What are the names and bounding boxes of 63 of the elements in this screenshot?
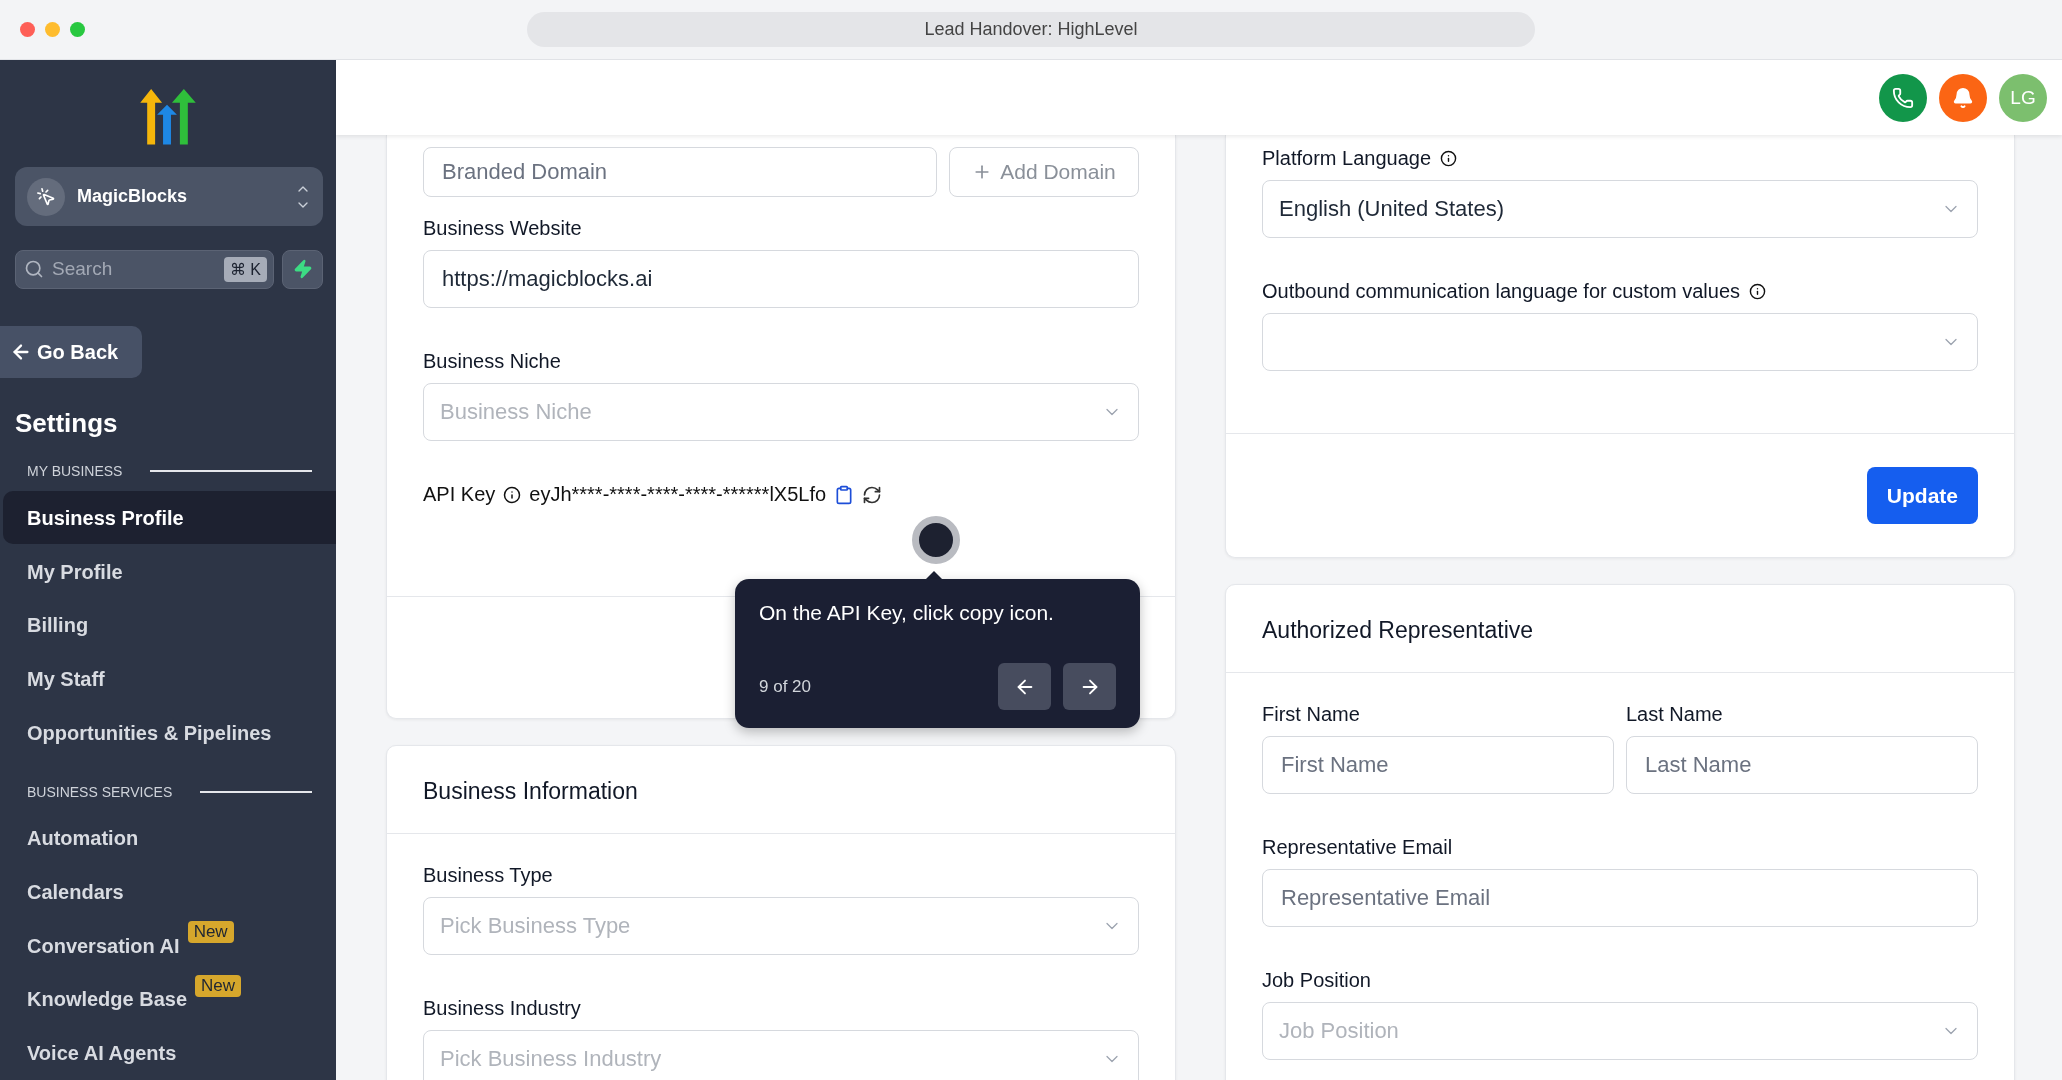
account-switcher[interactable]: MagicBlocks: [15, 167, 323, 226]
lightning-icon: [292, 259, 313, 280]
sidebar-item[interactable]: Conversation AI New: [3, 919, 336, 972]
select-placeholder: Business Niche: [440, 399, 592, 425]
next-button[interactable]: [1063, 663, 1116, 710]
field-label: Business Website: [423, 217, 582, 240]
lightning-button[interactable]: [282, 249, 323, 289]
text-input-field[interactable]: First Name: [1262, 736, 1614, 794]
select-field[interactable]: English (United States): [1262, 180, 1978, 238]
info-icon: [503, 485, 522, 504]
phone-button[interactable]: [1879, 73, 1927, 122]
new-badge: New: [195, 974, 242, 997]
bell-icon: [1952, 86, 1974, 109]
shortcut-badge: ⌘ K: [223, 256, 267, 282]
cursor-click-icon: [27, 177, 65, 216]
text-input-field[interactable]: Representative Email: [1262, 869, 1978, 927]
select-field[interactable]: [1262, 313, 1978, 371]
new-badge: New: [187, 921, 234, 944]
select-placeholder: Pick Business Industry: [440, 1046, 662, 1072]
sidebar-item[interactable]: Knowledge Base New: [3, 972, 336, 1026]
sidebar-item[interactable]: My Profile: [3, 545, 336, 598]
api-key-label: API Key: [423, 483, 496, 506]
text-input-field[interactable]: https://magicblocks.ai: [423, 250, 1139, 308]
update-button[interactable]: Update: [1866, 467, 1978, 524]
field-label: Representative Email: [1262, 836, 1453, 859]
field-label: Business Industry: [423, 997, 581, 1020]
sidebar-heading: Settings: [15, 408, 119, 440]
previous-button[interactable]: [998, 663, 1051, 710]
field-label: First Name: [1262, 703, 1360, 726]
phone-icon: [1892, 86, 1914, 109]
field-label: Platform Language: [1262, 147, 1431, 170]
text-input-field[interactable]: Last Name: [1626, 736, 1978, 794]
sidebar-item[interactable]: Billing: [3, 598, 336, 652]
window-title: Lead Handover: HighLevel: [527, 12, 1535, 47]
field-label: Business Niche: [423, 350, 561, 373]
sidebar-item[interactable]: Voice AI Agents: [3, 1026, 336, 1080]
notification-button[interactable]: [1939, 73, 1987, 122]
sidebar-item[interactable]: My Staff: [3, 652, 336, 706]
select-placeholder: Job Position: [1279, 1018, 1399, 1044]
step-counter: 9 of 20: [759, 676, 811, 697]
sidebar-item[interactable]: Automation: [3, 811, 336, 865]
section-title: BUSINESS SERVICES: [27, 783, 173, 800]
search-icon: [24, 259, 44, 280]
tooltip-text: On the API Key, click copy icon.: [759, 601, 1055, 625]
sidebar-item[interactable]: Business Profile: [3, 491, 336, 545]
go-back-button[interactable]: Go Back: [0, 325, 142, 379]
copy-icon[interactable]: [834, 484, 855, 505]
select-value: English (United States): [1279, 196, 1504, 222]
sidebar-item[interactable]: Opportunities & Pipelines: [3, 706, 336, 759]
field-label: Last Name: [1626, 703, 1723, 726]
card-title: Authorized Representative: [1226, 585, 2014, 673]
section-title: MY BUSINESS: [27, 463, 123, 480]
branded-domain-field[interactable]: Branded Domain: [423, 147, 937, 197]
field-label: Outbound communication language for custom values: [1262, 280, 1741, 303]
search-input[interactable]: Search: [50, 257, 218, 282]
search-field[interactable]: Search ⌘ K: [15, 249, 274, 289]
card-title: Business Information: [387, 746, 1175, 834]
field-label: Job Position: [1262, 969, 1371, 992]
api-key-value: eyJh****-****-****-****-******lX5Lfo: [529, 483, 827, 506]
field-label: Business Type: [423, 864, 553, 887]
sidebar-item[interactable]: Calendars: [3, 865, 336, 919]
select-placeholder: Pick Business Type: [440, 913, 631, 939]
refresh-icon[interactable]: [862, 484, 883, 505]
